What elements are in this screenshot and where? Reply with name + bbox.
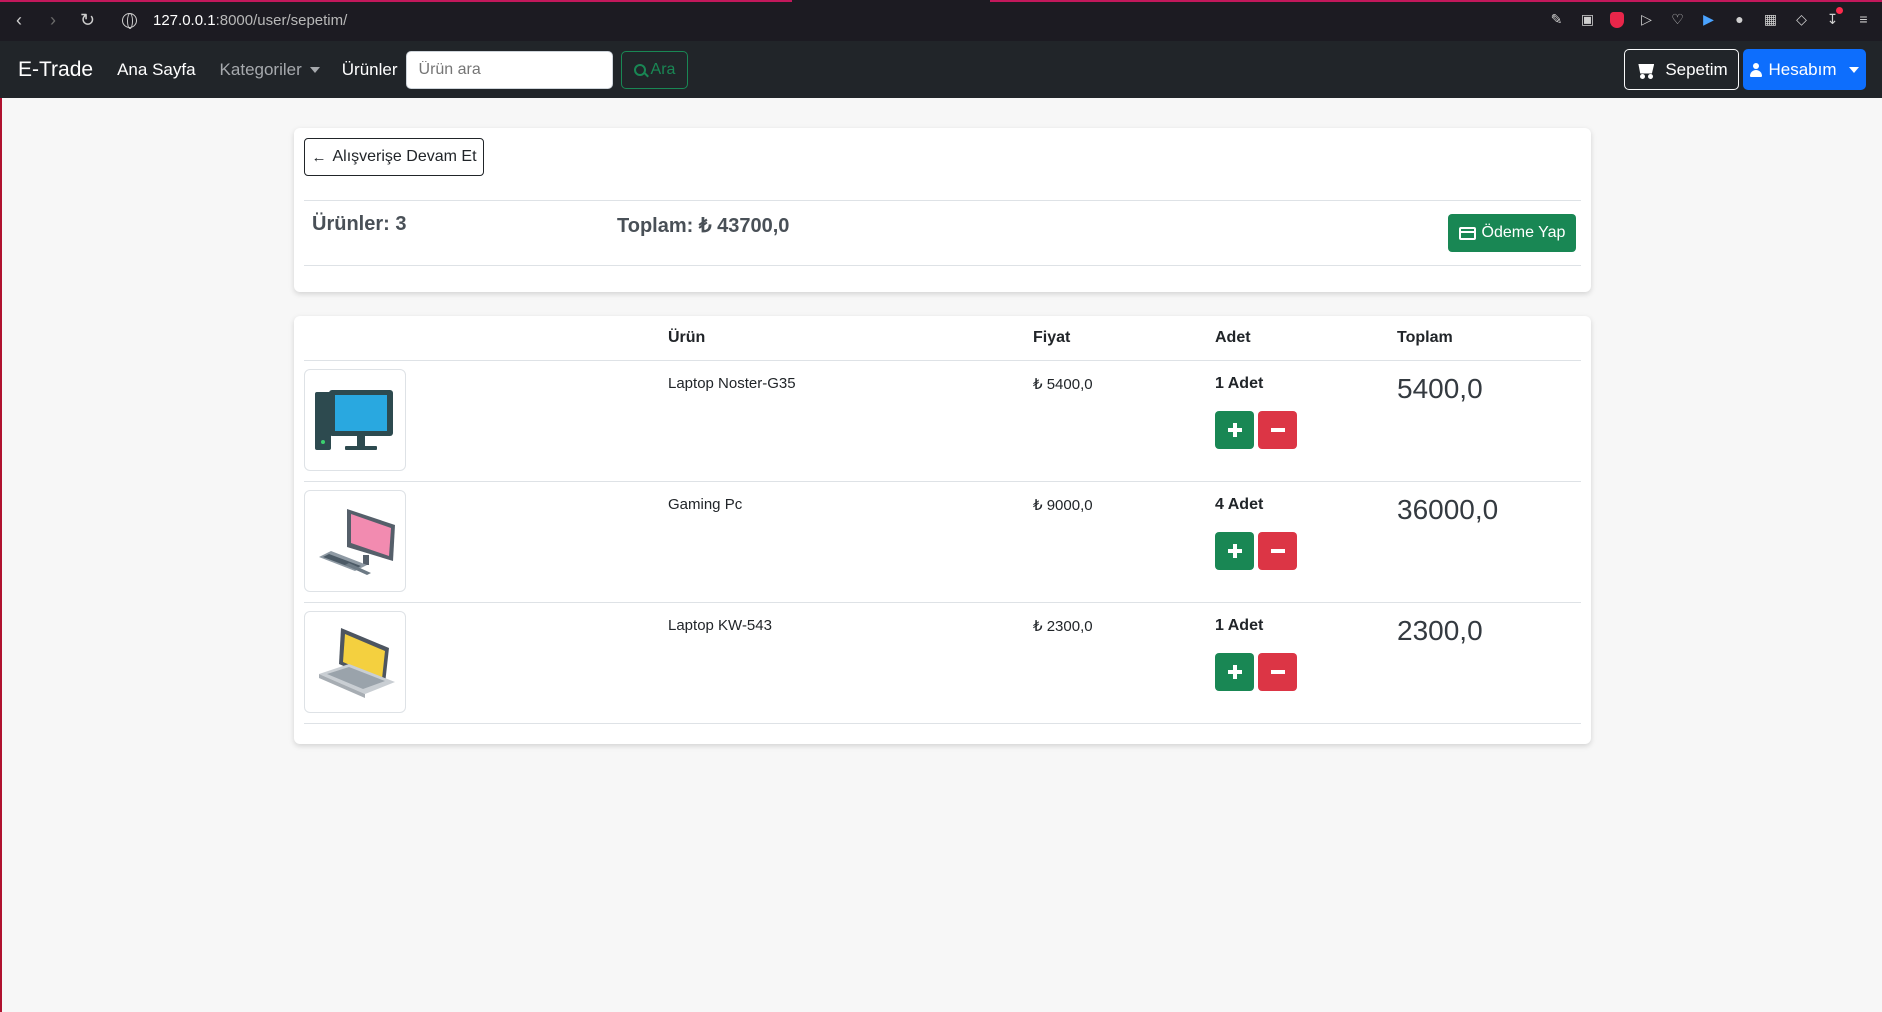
cart-summary-card: ← Alışverişe Devam Et Ürünler: 3 Toplam:… [294,128,1591,292]
nav-products[interactable]: Ürünler [342,60,398,80]
nav-home[interactable]: Ana Sayfa [117,60,195,80]
chevron-down-icon [1848,66,1859,73]
cart-icon [1635,61,1655,79]
decrease-quantity-button[interactable] [1258,653,1297,691]
plus-icon [1227,544,1242,558]
extensions-icon[interactable]: ◇ [1793,11,1810,28]
increase-quantity-button[interactable] [1215,532,1254,570]
continue-shopping-label: Alışverişe Devam Et [332,148,477,165]
search-button[interactable]: Ara [620,50,689,89]
column-header-product: Ürün [668,329,706,346]
column-header-total: Toplam [1397,329,1453,346]
summary-row: Ürünler: 3 Toplam: ₺ 43700,0 Ödeme Yap [304,200,1581,266]
url-path: :8000/user/sepetim/ [215,12,348,29]
heart-icon[interactable]: ♡ [1669,11,1686,28]
laptop-icon[interactable] [304,611,406,713]
cart-table: Ürün Fiyat Adet Toplam Laptop Noster-G35… [294,316,1591,744]
product-quantity: 1 Adet [1215,375,1264,392]
nav-categories-label: Kategoriler [219,59,302,79]
account-dropdown-button[interactable]: Hesabım [1743,49,1866,90]
table-row: Laptop Noster-G35 ₺ 5400,0 1 Adet 5400,0 [304,361,1581,482]
reload-icon[interactable]: ↻ [80,10,95,31]
decrease-quantity-button[interactable] [1258,411,1297,449]
decrease-quantity-button[interactable] [1258,532,1297,570]
minus-icon [1270,428,1285,432]
product-name: Gaming Pc [668,496,743,513]
product-quantity: 1 Adet [1215,617,1264,634]
cart-total: Toplam: ₺ 43700,0 [617,215,790,237]
product-price: ₺ 5400,0 [1033,376,1093,393]
plus-icon [1227,665,1242,679]
tab-accent-line [990,0,1882,2]
forward-icon[interactable]: › [46,10,60,31]
row-total: 36000,0 [1397,494,1499,525]
desktop-computer-icon[interactable] [304,369,406,471]
product-price: ₺ 2300,0 [1033,618,1093,635]
globe-icon [122,13,137,29]
speaker-icon[interactable]: ▶ [1700,11,1717,28]
browser-toolbar: ‹ › ↻ 127.0.0.1:8000/user/sepetim/ ✎ ▣ ▷… [0,0,1882,41]
increase-quantity-button[interactable] [1215,653,1254,691]
app-navbar: E-Trade Ana Sayfa Kategoriler Ürünler Ar… [0,41,1882,98]
checkout-button[interactable]: Ödeme Yap [1448,214,1576,252]
checkout-button-label: Ödeme Yap [1481,224,1566,241]
minus-icon [1270,549,1285,553]
account-button-label: Hesabım [1768,59,1837,79]
minus-icon [1270,670,1285,674]
address-bar[interactable]: 127.0.0.1:8000/user/sepetim/ [122,12,347,29]
product-price: ₺ 9000,0 [1033,497,1093,514]
row-total: 2300,0 [1397,615,1483,646]
increase-quantity-button[interactable] [1215,411,1254,449]
search-input[interactable] [405,50,613,89]
table-row: Laptop KW-543 ₺ 2300,0 1 Adet 2300,0 [304,603,1581,724]
column-header-quantity: Adet [1215,329,1251,346]
menu-icon[interactable]: ≡ [1855,11,1872,28]
plus-icon [1227,423,1242,437]
column-header-price: Fiyat [1033,329,1071,346]
table-row: Gaming Pc ₺ 9000,0 4 Adet 36000,0 [304,482,1581,603]
brand-logo[interactable]: E-Trade [18,58,93,82]
download-icon[interactable]: ↧ [1824,7,1843,28]
product-quantity: 4 Adet [1215,496,1264,513]
nav-categories-dropdown[interactable]: Kategoriler [220,60,320,80]
send-icon[interactable]: ▷ [1638,11,1655,28]
search-button-label: Ara [650,60,676,78]
products-count: Ürünler: 3 [312,213,407,235]
search-icon [633,63,646,76]
camera-icon[interactable]: ▣ [1579,11,1596,28]
continue-shopping-button[interactable]: ← Alışverişe Devam Et [304,138,484,176]
profile-icon[interactable]: ● [1731,11,1748,28]
cart-button-label: Sepetim [1665,59,1728,79]
shield-icon[interactable] [1610,11,1624,28]
arrow-left-icon: ← [311,148,327,166]
back-icon[interactable]: ‹ [12,10,26,31]
row-total: 5400,0 [1397,373,1483,404]
cart-button[interactable]: Sepetim [1624,49,1739,90]
user-icon [1750,62,1763,77]
credit-card-icon [1458,226,1476,240]
chevron-down-icon [309,67,320,74]
tab-accent-line [0,0,792,2]
url-host: 127.0.0.1 [153,12,216,29]
wallet-icon[interactable]: ▦ [1762,11,1779,28]
gaming-pc-icon[interactable] [304,490,406,592]
edit-icon[interactable]: ✎ [1548,11,1565,28]
product-name: Laptop KW-543 [668,617,772,634]
product-name: Laptop Noster-G35 [668,375,796,392]
